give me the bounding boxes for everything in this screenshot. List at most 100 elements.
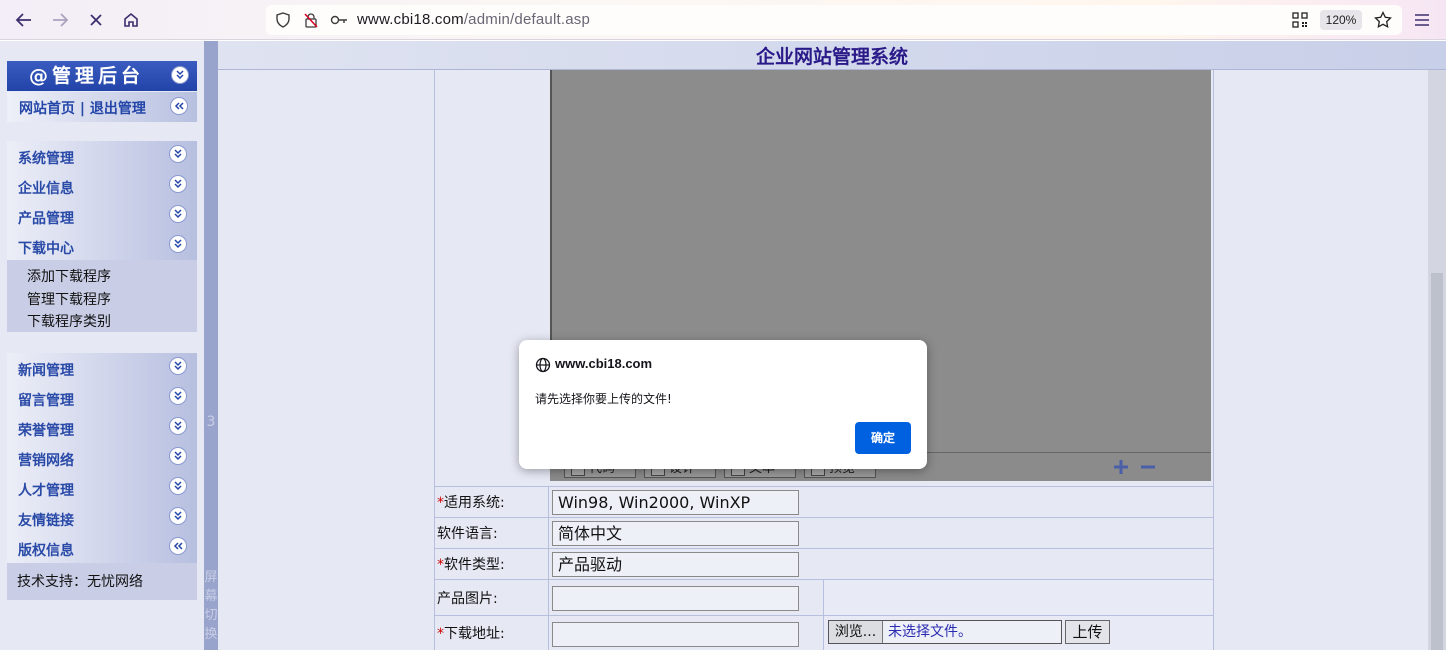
menu-label: 产品管理 [18, 211, 74, 227]
os-label-text: 适用系统: [444, 495, 505, 511]
chevron-double-down-icon [174, 421, 182, 431]
submenu-download-categories[interactable]: 下载程序类别 [27, 311, 197, 334]
stop-button[interactable] [84, 8, 108, 32]
chevron-double-down-icon [174, 179, 182, 189]
row-divider [548, 518, 549, 549]
download-url-input[interactable] [552, 622, 799, 647]
tech-support: 技术支持：无忧网络 [7, 563, 197, 600]
menu-label: 系统管理 [18, 151, 74, 167]
menu-honors-toggle[interactable] [169, 417, 187, 435]
page-title: 企业网站管理系统 [218, 41, 1446, 70]
required-mark: * [437, 626, 444, 642]
dialog-host: www.cbi18.com [555, 356, 653, 371]
browse-button[interactable]: 浏览... [829, 621, 883, 643]
key-icon [330, 15, 347, 25]
menu-products-toggle[interactable] [169, 205, 187, 223]
chevron-double-down-icon [174, 209, 182, 219]
language-input[interactable]: 简体中文 [552, 521, 799, 546]
globe-icon [535, 357, 551, 373]
address-bar[interactable]: www.cbi18.com/admin/default.asp 120% [266, 5, 1402, 35]
vertical-scrollbar[interactable] [1428, 70, 1446, 650]
row-type: *软件类型: 产品驱动 [435, 548, 1213, 580]
menu-label: 企业信息 [18, 181, 74, 197]
chevron-double-down-icon [174, 361, 182, 371]
required-mark: * [437, 557, 444, 573]
home-icon [124, 12, 138, 27]
no-file-text: 未选择文件。 [888, 624, 972, 640]
row-divider [548, 487, 549, 518]
menu-talent-toggle[interactable] [169, 477, 187, 495]
row-os: *适用系统: Win98, Win2000, WinXP [435, 486, 1213, 518]
sidebar-header: @管理后台 [7, 61, 197, 91]
chevron-double-down-icon [174, 481, 182, 491]
os-label: *适用系统: [437, 487, 548, 518]
menu-marketing-toggle[interactable] [169, 447, 187, 465]
menu-copyright-toggle[interactable] [169, 537, 187, 555]
menu-label: 荣誉管理 [18, 423, 74, 439]
home-button[interactable] [119, 8, 143, 32]
row-divider [548, 616, 549, 650]
os-input[interactable]: Win98, Win2000, WinXP [552, 490, 799, 515]
image-label: 产品图片: [437, 591, 498, 607]
plus-icon [1114, 460, 1128, 474]
menu-links-toggle[interactable] [169, 507, 187, 525]
submenu-add-download[interactable]: 添加下载程序 [27, 266, 197, 289]
menu-label: 下载中心 [18, 241, 74, 257]
alert-dialog: www.cbi18.com 请先选择你要上传的文件! 确定 [519, 340, 927, 469]
close-icon [90, 14, 102, 26]
menu-icon[interactable] [1414, 13, 1430, 27]
required-mark: * [437, 495, 444, 511]
url-text: www.cbi18.com/admin/default.asp [357, 11, 590, 28]
upload-button[interactable]: 上传 [1065, 620, 1110, 644]
image-input[interactable] [552, 586, 799, 611]
type-label-text: 软件类型: [444, 557, 505, 573]
type-input[interactable]: 产品驱动 [552, 552, 799, 577]
file-picker[interactable]: 浏览... 未选择文件。 [828, 620, 1062, 644]
type-label: *软件类型: [437, 549, 548, 580]
row-divider [548, 580, 549, 616]
menu-downloads-toggle[interactable] [169, 235, 187, 253]
collapse-header-toggle[interactable] [171, 66, 189, 84]
menu-system-toggle[interactable] [169, 145, 187, 163]
scrollbar-thumb[interactable] [1431, 273, 1443, 650]
back-button[interactable] [12, 8, 36, 32]
sidebar-top-links[interactable]: 网站首页 | 退出管理 [7, 92, 197, 122]
download-label: *下载地址: [437, 616, 548, 650]
chevron-double-down-icon [174, 511, 182, 521]
row-download-url: *下载地址: 浏览... 未选择文件。 上传 [435, 615, 1213, 650]
menu-label: 新闻管理 [18, 363, 74, 379]
menu-label: 版权信息 [18, 543, 74, 559]
menu-label: 人才管理 [18, 483, 74, 499]
ok-button[interactable]: 确定 [855, 422, 911, 454]
back-arrow-icon [15, 13, 31, 27]
frame-splitter[interactable]: 3 屏幕切换 [204, 41, 218, 650]
qr-code-icon[interactable] [1292, 12, 1308, 28]
chevron-double-down-icon [174, 239, 182, 249]
menu-label: 友情链接 [18, 513, 74, 529]
row-divider [548, 549, 549, 580]
menu-company-toggle[interactable] [169, 175, 187, 193]
bookmark-star-icon[interactable] [1374, 11, 1392, 29]
menu-label: 留言管理 [18, 393, 74, 409]
row-language: 软件语言: 简体中文 [435, 517, 1213, 549]
menu-label: 营销网络 [18, 453, 74, 469]
admin-sidebar: @管理后台 网站首页 | 退出管理 系统管理 企业信息 产品管理 下载中心 添加… [0, 41, 204, 650]
menu-news-toggle[interactable] [169, 357, 187, 375]
zoom-level-badge[interactable]: 120% [1320, 10, 1362, 30]
url-path: /admin/default.asp [463, 11, 590, 28]
forward-button[interactable] [48, 8, 72, 32]
browser-toolbar: www.cbi18.com/admin/default.asp 120% [0, 0, 1446, 40]
forward-arrow-icon [53, 13, 69, 27]
menu-messages-toggle[interactable] [169, 387, 187, 405]
insecure-lock-icon [304, 13, 318, 28]
collapse-links-toggle[interactable] [170, 97, 188, 115]
chevron-double-down-icon [174, 149, 182, 159]
submenu-manage-downloads[interactable]: 管理下载程序 [27, 289, 197, 312]
chevron-double-down-icon [174, 451, 182, 461]
chevron-double-down-icon [176, 70, 184, 80]
screen-switch-label[interactable]: 屏幕切换 [204, 568, 218, 644]
image-preview-cell [823, 580, 1213, 616]
editor-resize-icons[interactable] [1113, 458, 1163, 476]
shield-icon [276, 12, 290, 28]
splitter-number: 3 [206, 414, 216, 430]
